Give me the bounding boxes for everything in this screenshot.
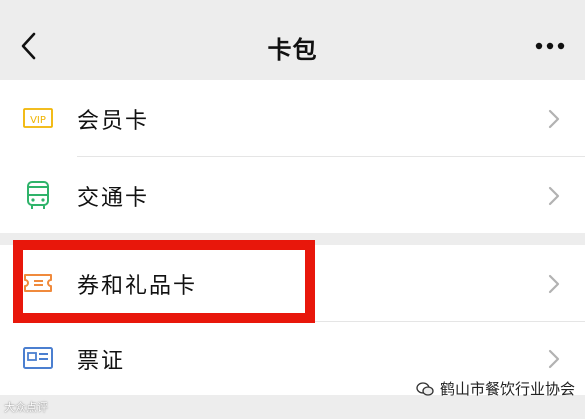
wechat-icon — [416, 381, 434, 396]
watermark-right-text: 鹤山市餐饮行业协会 — [439, 380, 575, 398]
list-item-label: 交通卡 — [77, 186, 150, 211]
list-item-label: 券和礼品卡 — [77, 274, 198, 299]
more-button[interactable] — [533, 34, 567, 58]
watermark-right: 鹤山市餐饮行业协会 — [416, 378, 575, 399]
watermark-left: 大众点评 — [4, 401, 48, 414]
chevron-right-icon — [548, 109, 560, 129]
bus-icon — [27, 181, 49, 209]
chevron-right-icon — [548, 349, 560, 369]
card-group-2: 券和礼品卡 票证 — [0, 245, 585, 395]
list-item-coupons-gift-cards[interactable]: 券和礼品卡 — [0, 245, 585, 321]
list-item-member-card[interactable]: VIP 会员卡 — [0, 80, 585, 156]
svg-text:VIP: VIP — [30, 115, 46, 126]
id-card-icon — [23, 347, 53, 369]
page-title: 卡包 — [267, 36, 318, 64]
nav-bar: 卡包 — [0, 0, 585, 80]
vip-card-icon: VIP — [23, 108, 53, 128]
chevron-right-icon — [548, 186, 560, 206]
chevron-right-icon — [548, 274, 560, 294]
list-item-label: 票证 — [77, 349, 126, 374]
card-wallet-screen: 卡包 VIP 会员卡 交通卡 券和礼品卡 票证 大众点评 鹤山市餐饮行业协会 — [0, 0, 585, 419]
card-group-1: VIP 会员卡 交通卡 — [0, 80, 585, 233]
more-dots-icon — [535, 42, 565, 50]
list-item-label: 会员卡 — [77, 109, 150, 134]
ticket-icon — [24, 274, 52, 292]
list-item-transit-card[interactable]: 交通卡 — [0, 157, 585, 233]
